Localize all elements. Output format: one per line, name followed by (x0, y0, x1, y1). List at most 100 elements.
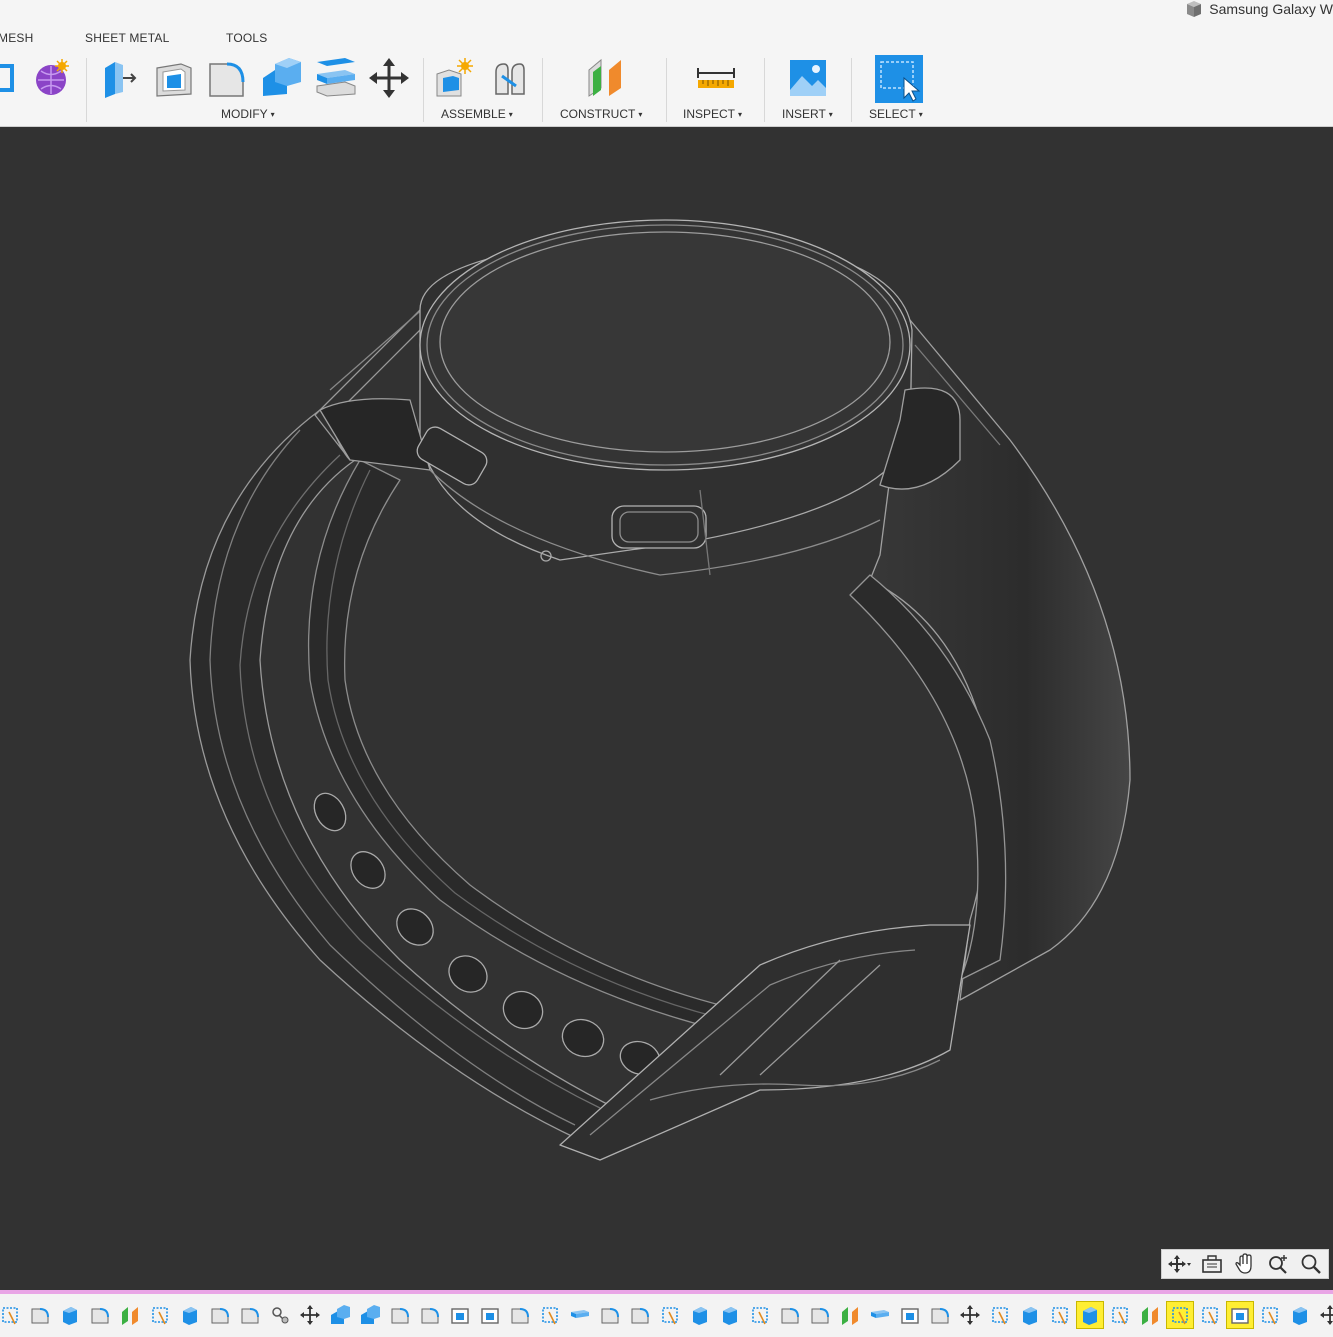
fillet-tool[interactable] (205, 56, 249, 100)
timeline-feature[interactable] (567, 1302, 593, 1328)
timeline-feature[interactable] (1107, 1302, 1133, 1328)
timeline-feature[interactable] (897, 1302, 923, 1328)
zoom-icon (1269, 1255, 1288, 1274)
timeline-feature[interactable] (987, 1302, 1013, 1328)
offset-face-tool[interactable] (313, 56, 357, 100)
combine-tool[interactable] (259, 56, 303, 100)
timeline-feature[interactable] (327, 1302, 353, 1328)
construct-menu[interactable]: CONSTRUCT ▾ (560, 107, 642, 121)
tab-mesh[interactable]: MESH (0, 31, 33, 45)
chevron-down-icon: ▾ (270, 110, 275, 119)
canvas-viewport[interactable] (0, 127, 1333, 1282)
insert-menu[interactable]: INSERT ▾ (782, 107, 833, 121)
timeline-feature[interactable] (927, 1302, 953, 1328)
assemble-menu[interactable]: ASSEMBLE ▾ (441, 107, 513, 121)
orbit-button[interactable] (1166, 1251, 1192, 1277)
fillet-icon (601, 1308, 619, 1324)
pan-icon (1235, 1253, 1252, 1274)
timeline-feature[interactable] (507, 1302, 533, 1328)
timeline-feature[interactable] (447, 1302, 473, 1328)
new-component-tool[interactable] (433, 56, 477, 100)
timeline-feature[interactable] (237, 1302, 263, 1328)
timeline-feature[interactable] (597, 1302, 623, 1328)
shell-icon (901, 1308, 919, 1324)
watch-model[interactable] (0, 127, 1333, 1282)
shell-tool[interactable] (151, 56, 195, 100)
plane-icon (122, 1307, 138, 1325)
timeline-feature[interactable] (1047, 1302, 1073, 1328)
sketch-icon (2, 1307, 18, 1325)
tab-sheet-metal[interactable]: SHEET METAL (85, 31, 169, 45)
pan-button[interactable] (1232, 1251, 1258, 1277)
timeline-feature[interactable] (687, 1302, 713, 1328)
construct-label: CONSTRUCT (560, 107, 636, 121)
timeline-feature[interactable] (177, 1302, 203, 1328)
document-title[interactable]: Samsung Galaxy W (1183, 0, 1333, 18)
look-at-button[interactable] (1199, 1251, 1225, 1277)
timeline-feature[interactable] (657, 1302, 683, 1328)
fillet-icon (811, 1308, 829, 1324)
timeline-feature[interactable] (147, 1302, 173, 1328)
sketch-icon (152, 1307, 168, 1325)
timeline-feature[interactable] (1017, 1302, 1043, 1328)
extrude-icon (693, 1307, 707, 1325)
chevron-down-icon: ▾ (918, 110, 923, 119)
timeline-feature[interactable] (207, 1302, 233, 1328)
timeline-feature[interactable] (1076, 1301, 1104, 1329)
timeline-feature[interactable] (297, 1302, 323, 1328)
offset-icon (571, 1310, 589, 1318)
timeline-feature[interactable] (957, 1302, 983, 1328)
sketch-tool[interactable] (0, 56, 26, 100)
document-icon (1187, 1, 1202, 17)
form-tool[interactable] (30, 56, 74, 100)
move-tool[interactable] (367, 56, 411, 100)
timeline-feature[interactable] (387, 1302, 413, 1328)
inspect-menu[interactable]: INSPECT ▾ (683, 107, 742, 121)
measure-tool[interactable] (694, 56, 738, 100)
offset-face-icon (316, 58, 356, 97)
timeline-feature[interactable] (477, 1302, 503, 1328)
timeline-feature[interactable] (837, 1302, 863, 1328)
joint-tool[interactable] (488, 56, 532, 100)
timeline-feature[interactable] (267, 1302, 293, 1328)
timeline-feature[interactable] (1317, 1302, 1333, 1328)
extrude-icon (723, 1307, 737, 1325)
timeline-feature[interactable] (867, 1302, 893, 1328)
timeline-feature[interactable] (777, 1302, 803, 1328)
timeline-feature[interactable] (537, 1302, 563, 1328)
timeline-feature[interactable] (357, 1302, 383, 1328)
press-pull-tool[interactable] (97, 56, 141, 100)
timeline-feature[interactable] (717, 1302, 743, 1328)
insert-label: INSERT (782, 107, 826, 121)
timeline-feature[interactable] (1287, 1302, 1313, 1328)
assemble-label: ASSEMBLE (441, 107, 506, 121)
insert-image-tool[interactable] (786, 56, 830, 100)
timeline-feature[interactable] (87, 1302, 113, 1328)
modify-label: MODIFY (221, 107, 268, 121)
timeline-feature[interactable] (0, 1302, 23, 1328)
plane-tool[interactable] (583, 56, 627, 100)
fit-button[interactable] (1298, 1251, 1324, 1277)
fillet-icon (931, 1308, 949, 1324)
timeline-feature[interactable] (1226, 1301, 1254, 1329)
tab-tools[interactable]: TOOLS (226, 31, 267, 45)
fillet-icon (511, 1308, 529, 1324)
plane-icon (842, 1307, 858, 1325)
timeline-feature[interactable] (627, 1302, 653, 1328)
timeline-feature[interactable] (417, 1302, 443, 1328)
select-menu[interactable]: SELECT ▾ (869, 107, 923, 121)
form-icon (36, 59, 69, 95)
timeline-feature[interactable] (57, 1302, 83, 1328)
zoom-button[interactable] (1265, 1251, 1291, 1277)
modify-menu[interactable]: MODIFY ▾ (221, 107, 275, 121)
timeline-feature[interactable] (1166, 1301, 1194, 1329)
timeline-feature[interactable] (807, 1302, 833, 1328)
timeline-feature[interactable] (1137, 1302, 1163, 1328)
timeline-feature[interactable] (747, 1302, 773, 1328)
timeline-feature[interactable] (27, 1302, 53, 1328)
extrude-icon (1293, 1307, 1307, 1325)
timeline-feature[interactable] (1257, 1302, 1283, 1328)
timeline-feature[interactable] (1197, 1302, 1223, 1328)
timeline-feature[interactable] (117, 1302, 143, 1328)
select-tool[interactable] (874, 54, 924, 104)
